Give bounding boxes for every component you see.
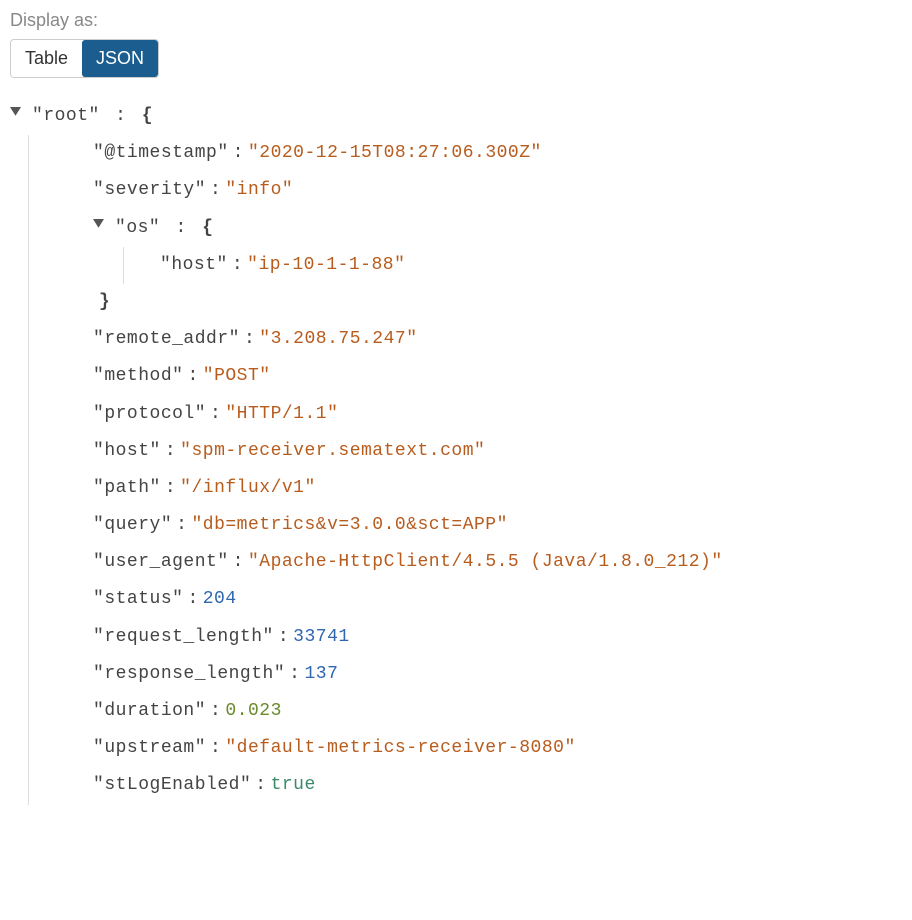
json-key: "duration": [93, 699, 206, 724]
json-string-value: "POST": [203, 364, 271, 389]
json-key: "query": [93, 513, 172, 538]
json-string-value: "spm-receiver.sematext.com": [180, 439, 485, 464]
json-number-value: 137: [304, 662, 338, 687]
json-field-row[interactable]: "query" : "db=metrics&v=3.0.0&sct=APP": [29, 507, 902, 544]
json-key: "host": [93, 439, 161, 464]
json-key: "root": [32, 106, 100, 126]
json-key: "user_agent": [93, 550, 229, 575]
json-key: "protocol": [93, 402, 206, 427]
json-field-row[interactable]: "duration" : 0.023: [29, 693, 902, 730]
json-key: "request_length": [93, 625, 274, 650]
display-toggle-group: Table JSON: [10, 39, 159, 78]
json-bool-value: true: [271, 773, 316, 798]
json-string-value: "db=metrics&v=3.0.0&sct=APP": [191, 513, 507, 538]
open-brace: {: [202, 218, 213, 238]
json-string-value: "/influx/v1": [180, 476, 316, 501]
json-string-value: "3.208.75.247": [259, 327, 417, 352]
json-key: "remote_addr": [93, 327, 240, 352]
json-field-row[interactable]: "remote_addr" : "3.208.75.247": [29, 321, 902, 358]
json-field-row[interactable]: "path" : "/influx/v1": [29, 470, 902, 507]
json-string-value: "default-metrics-receiver-8080": [225, 736, 575, 761]
json-children: "host" : "ip-10-1-1-88": [123, 247, 902, 284]
caret-down-icon[interactable]: [10, 107, 24, 121]
json-key: "severity": [93, 178, 206, 203]
json-viewer: "root" : { "@timestamp" : "2020-12-15T08…: [10, 98, 902, 805]
colon: :: [111, 106, 130, 126]
json-key: "response_length": [93, 662, 285, 687]
json-key: "method": [93, 364, 183, 389]
json-string-value: "Apache-HttpClient/4.5.5 (Java/1.8.0_212…: [248, 550, 723, 575]
json-key: "upstream": [93, 736, 206, 761]
caret-down-icon[interactable]: [93, 219, 107, 233]
json-field-row[interactable]: "host" : "spm-receiver.sematext.com": [29, 433, 902, 470]
json-field-row[interactable]: "upstream" : "default-metrics-receiver-8…: [29, 730, 902, 767]
open-brace: {: [142, 106, 153, 126]
json-field-row[interactable]: "@timestamp" : "2020-12-15T08:27:06.300Z…: [29, 135, 902, 172]
json-root-row[interactable]: "root" : {: [10, 98, 902, 135]
json-field-row[interactable]: "stLogEnabled" : true: [29, 767, 902, 804]
json-field-row[interactable]: "user_agent" : "Apache-HttpClient/4.5.5 …: [29, 544, 902, 581]
toggle-json-button[interactable]: JSON: [82, 40, 158, 77]
json-field-row[interactable]: "method" : "POST": [29, 358, 902, 395]
json-close-brace-row: }: [29, 284, 902, 321]
json-string-value: "info": [225, 178, 293, 203]
json-string-value: "ip-10-1-1-88": [247, 253, 405, 278]
json-children: "@timestamp" : "2020-12-15T08:27:06.300Z…: [28, 135, 902, 804]
json-field-row[interactable]: "request_length" : 33741: [29, 619, 902, 656]
json-key: "@timestamp": [93, 141, 229, 166]
display-as-label: Display as:: [10, 10, 902, 31]
json-field-row[interactable]: "protocol" : "HTTP/1.1": [29, 396, 902, 433]
json-field-row[interactable]: "severity" : "info": [29, 172, 902, 209]
json-number-value: 0.023: [225, 699, 282, 724]
json-key: "path": [93, 476, 161, 501]
json-key: "stLogEnabled": [93, 773, 251, 798]
json-field-row[interactable]: "host" : "ip-10-1-1-88": [124, 247, 902, 284]
toggle-table-button[interactable]: Table: [11, 40, 82, 77]
close-brace: }: [99, 290, 110, 315]
json-string-value: "HTTP/1.1": [225, 402, 338, 427]
json-number-value: 204: [203, 587, 237, 612]
json-key: "status": [93, 587, 183, 612]
json-number-value: 33741: [293, 625, 350, 650]
json-string-value: "2020-12-15T08:27:06.300Z": [248, 141, 542, 166]
json-key: "host": [160, 253, 228, 278]
json-key: "os": [115, 218, 160, 238]
json-object-row[interactable]: "os" : {: [29, 210, 902, 247]
json-field-row[interactable]: "status" : 204: [29, 581, 902, 618]
json-field-row[interactable]: "response_length" : 137: [29, 656, 902, 693]
